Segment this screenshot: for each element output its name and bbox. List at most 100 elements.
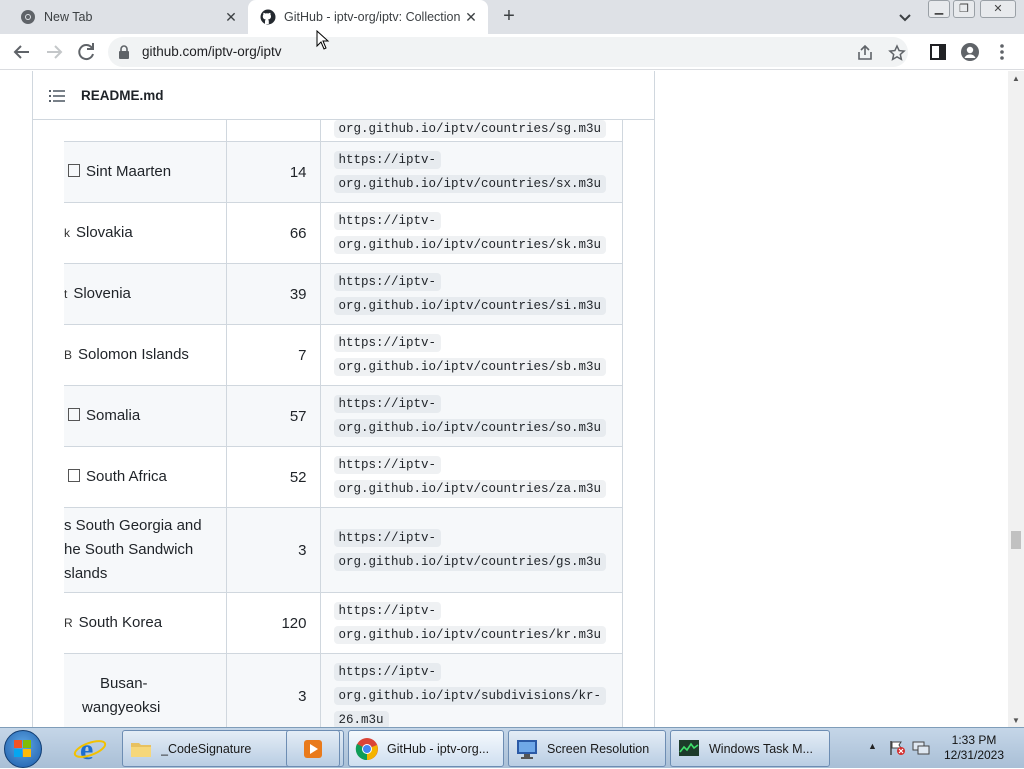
reload-icon[interactable] [74,40,98,64]
playlist-link[interactable]: org.github.io/iptv/countries/sb.m3u [333,358,607,376]
playlist-cell: https://iptv-org.github.io/iptv/subdivis… [319,653,623,727]
new-tab-button[interactable]: + [498,6,520,28]
playlist-cell: https://iptv-org.github.io/iptv/countrie… [319,202,623,264]
playlist-link[interactable]: org.github.io/iptv/countries/gs.m3u [333,553,607,571]
vertical-scrollbar[interactable]: ▲ ▼ [1008,71,1024,727]
playlist-link[interactable]: https://iptv- [333,151,442,169]
taskbar-item-label: Screen Resolution [547,741,650,756]
country-name: Sint Maarten [86,163,172,180]
country-cell: Sint Maarten [64,141,227,203]
channel-count-cell: 3 [225,507,321,593]
taskbar-item-label: _CodeSignature [161,741,252,756]
taskbar-item-task-manager[interactable]: Windows Task M... [670,730,830,767]
table-row: R South Korea 120 https://iptv-org.github… [64,592,623,654]
folder-icon [131,742,151,757]
channel-count-cell: 39 [225,263,321,325]
side-panel-icon[interactable] [928,42,948,62]
playlist-link[interactable]: org.github.io/iptv/countries/sk.m3u [333,236,607,254]
tab-github[interactable]: GitHub - iptv-org/iptv: Collection ✕ [248,0,488,34]
playlist-link[interactable]: https://iptv- [333,602,442,620]
playlist-link[interactable]: org.github.io/iptv/countries/kr.m3u [333,626,607,644]
browser-toolbar: github.com/iptv-org/iptv [0,34,1024,70]
playlist-link[interactable]: org.github.io/iptv/countries/si.m3u [333,297,607,315]
channel-count-cell: 52 [225,446,321,508]
playlist-link[interactable]: https://iptv- [333,212,442,230]
chevron-down-icon[interactable] [894,7,916,27]
back-arrow-icon[interactable] [10,40,34,64]
playlist-link[interactable]: 26.m3u [333,711,389,727]
url-text: github.com/iptv-org/iptv [142,44,282,59]
scroll-up-arrow-icon[interactable]: ▲ [1011,74,1021,83]
clock-date: 12/31/2023 [943,748,1005,762]
playlist-cell: https://iptv-org.github.io/iptv/countrie… [319,324,623,386]
github-icon [260,9,276,25]
chrome-icon [21,10,35,24]
playlist-link[interactable]: org.github.io/iptv/countries/sx.m3u [333,175,607,193]
subdivision-name: wangyeoksi [82,699,161,716]
taskbar-item-chrome[interactable]: GitHub - iptv-org... [348,730,504,767]
channel-count-cell: 14 [225,141,321,203]
playlist-link[interactable]: https://iptv- [333,456,442,474]
scroll-down-arrow-icon[interactable]: ▼ [1011,716,1021,725]
tab-new-tab[interactable]: New Tab ✕ [8,0,248,34]
channel-count-cell: 57 [225,385,321,447]
flag-icon [68,164,80,177]
kebab-menu-icon[interactable] [992,42,1012,62]
taskbar-item-screen-resolution[interactable]: Screen Resolution [508,730,666,767]
action-center-flag-icon[interactable] [888,740,906,756]
table-row: Sint Maarten 14 https://iptv-org.github.… [64,141,623,203]
lock-icon[interactable] [118,45,130,59]
share-icon[interactable] [856,44,874,62]
table-of-contents-icon[interactable] [49,88,65,104]
taskbar-item-label: GitHub - iptv-org... [387,741,490,756]
tab-title: New Tab [44,10,93,24]
table-row: Somalia 57 https://iptv-org.github.io/ip… [64,385,623,447]
channel-count-cell: 120 [225,592,321,654]
page-content: README.md org.github.io/iptv/countries/s… [0,71,1008,727]
playlist-link[interactable]: https://iptv- [333,395,442,413]
internet-explorer-icon[interactable]: e [66,731,114,767]
country-name: South Africa [86,468,167,485]
system-clock[interactable]: 1:33 PM 12/31/2023 [942,733,1006,763]
table-row: Busan- wangyeoksi 3 https://iptv-org.git… [64,653,623,727]
tab-title: GitHub - iptv-org/iptv: Collection [284,10,461,24]
playlist-link[interactable]: org.github.io/iptv/countries/za.m3u [333,480,607,498]
tab-strip: New Tab ✕ GitHub - iptv-org/iptv: Collec… [0,0,1024,34]
table-row: t Slovenia 39 https://iptv-org.github.io/… [64,263,623,325]
subdivision-name: Busan- [100,675,148,692]
profile-avatar-icon[interactable] [960,42,980,62]
table-row: s South Georgia and he South Sandwich sl… [64,507,623,593]
playlist-cell: https://iptv-org.github.io/iptv/countrie… [319,507,623,593]
taskbar-item-media-player[interactable] [286,730,340,767]
mouse-cursor-icon [316,30,330,50]
address-bar[interactable]: github.com/iptv-org/iptv [108,37,908,67]
restore-button[interactable]: ❐ [953,0,975,18]
show-hidden-icons-icon[interactable]: ▲ [868,741,877,751]
country-cell: k Slovakia [64,202,227,264]
flag-icon [68,469,80,482]
bookmark-star-icon[interactable] [888,44,906,62]
playlist-link[interactable]: https://iptv- [333,529,442,547]
playlist-link[interactable]: org.github.io/iptv/countries/so.m3u [333,419,607,437]
network-icon[interactable] [912,740,930,756]
table-row: k Slovakia 66 https://iptv-org.github.io/… [64,202,623,264]
playlist-link[interactable]: https://iptv- [333,663,442,681]
playlist-link[interactable]: org.github.io/iptv/subdivisions/kr- [333,687,607,705]
country-name: South Korea [78,614,163,631]
playlist-link[interactable]: org.github.io/iptv/countries/sg.m3u [333,119,607,138]
country-name: s South Georgia and [64,517,202,534]
playlist-cell: https://iptv-org.github.io/iptv/countrie… [319,446,623,508]
chrome-icon [355,737,378,760]
minimize-button[interactable]: ▁ [928,0,950,18]
table-row: South Africa 52 https://iptv-org.github.… [64,446,623,508]
scrollbar-thumb[interactable] [1011,531,1021,549]
playlist-link[interactable]: https://iptv- [333,273,442,291]
close-tab-icon[interactable]: ✕ [462,8,480,26]
flag-icon: k [64,226,70,240]
forward-arrow-icon[interactable] [42,40,66,64]
close-tab-icon[interactable]: ✕ [222,8,240,26]
close-window-button[interactable]: ✕ [980,0,1016,18]
playlist-link[interactable]: https://iptv- [333,334,442,352]
start-button[interactable] [4,730,42,768]
country-name: he South Sandwich [64,541,194,558]
